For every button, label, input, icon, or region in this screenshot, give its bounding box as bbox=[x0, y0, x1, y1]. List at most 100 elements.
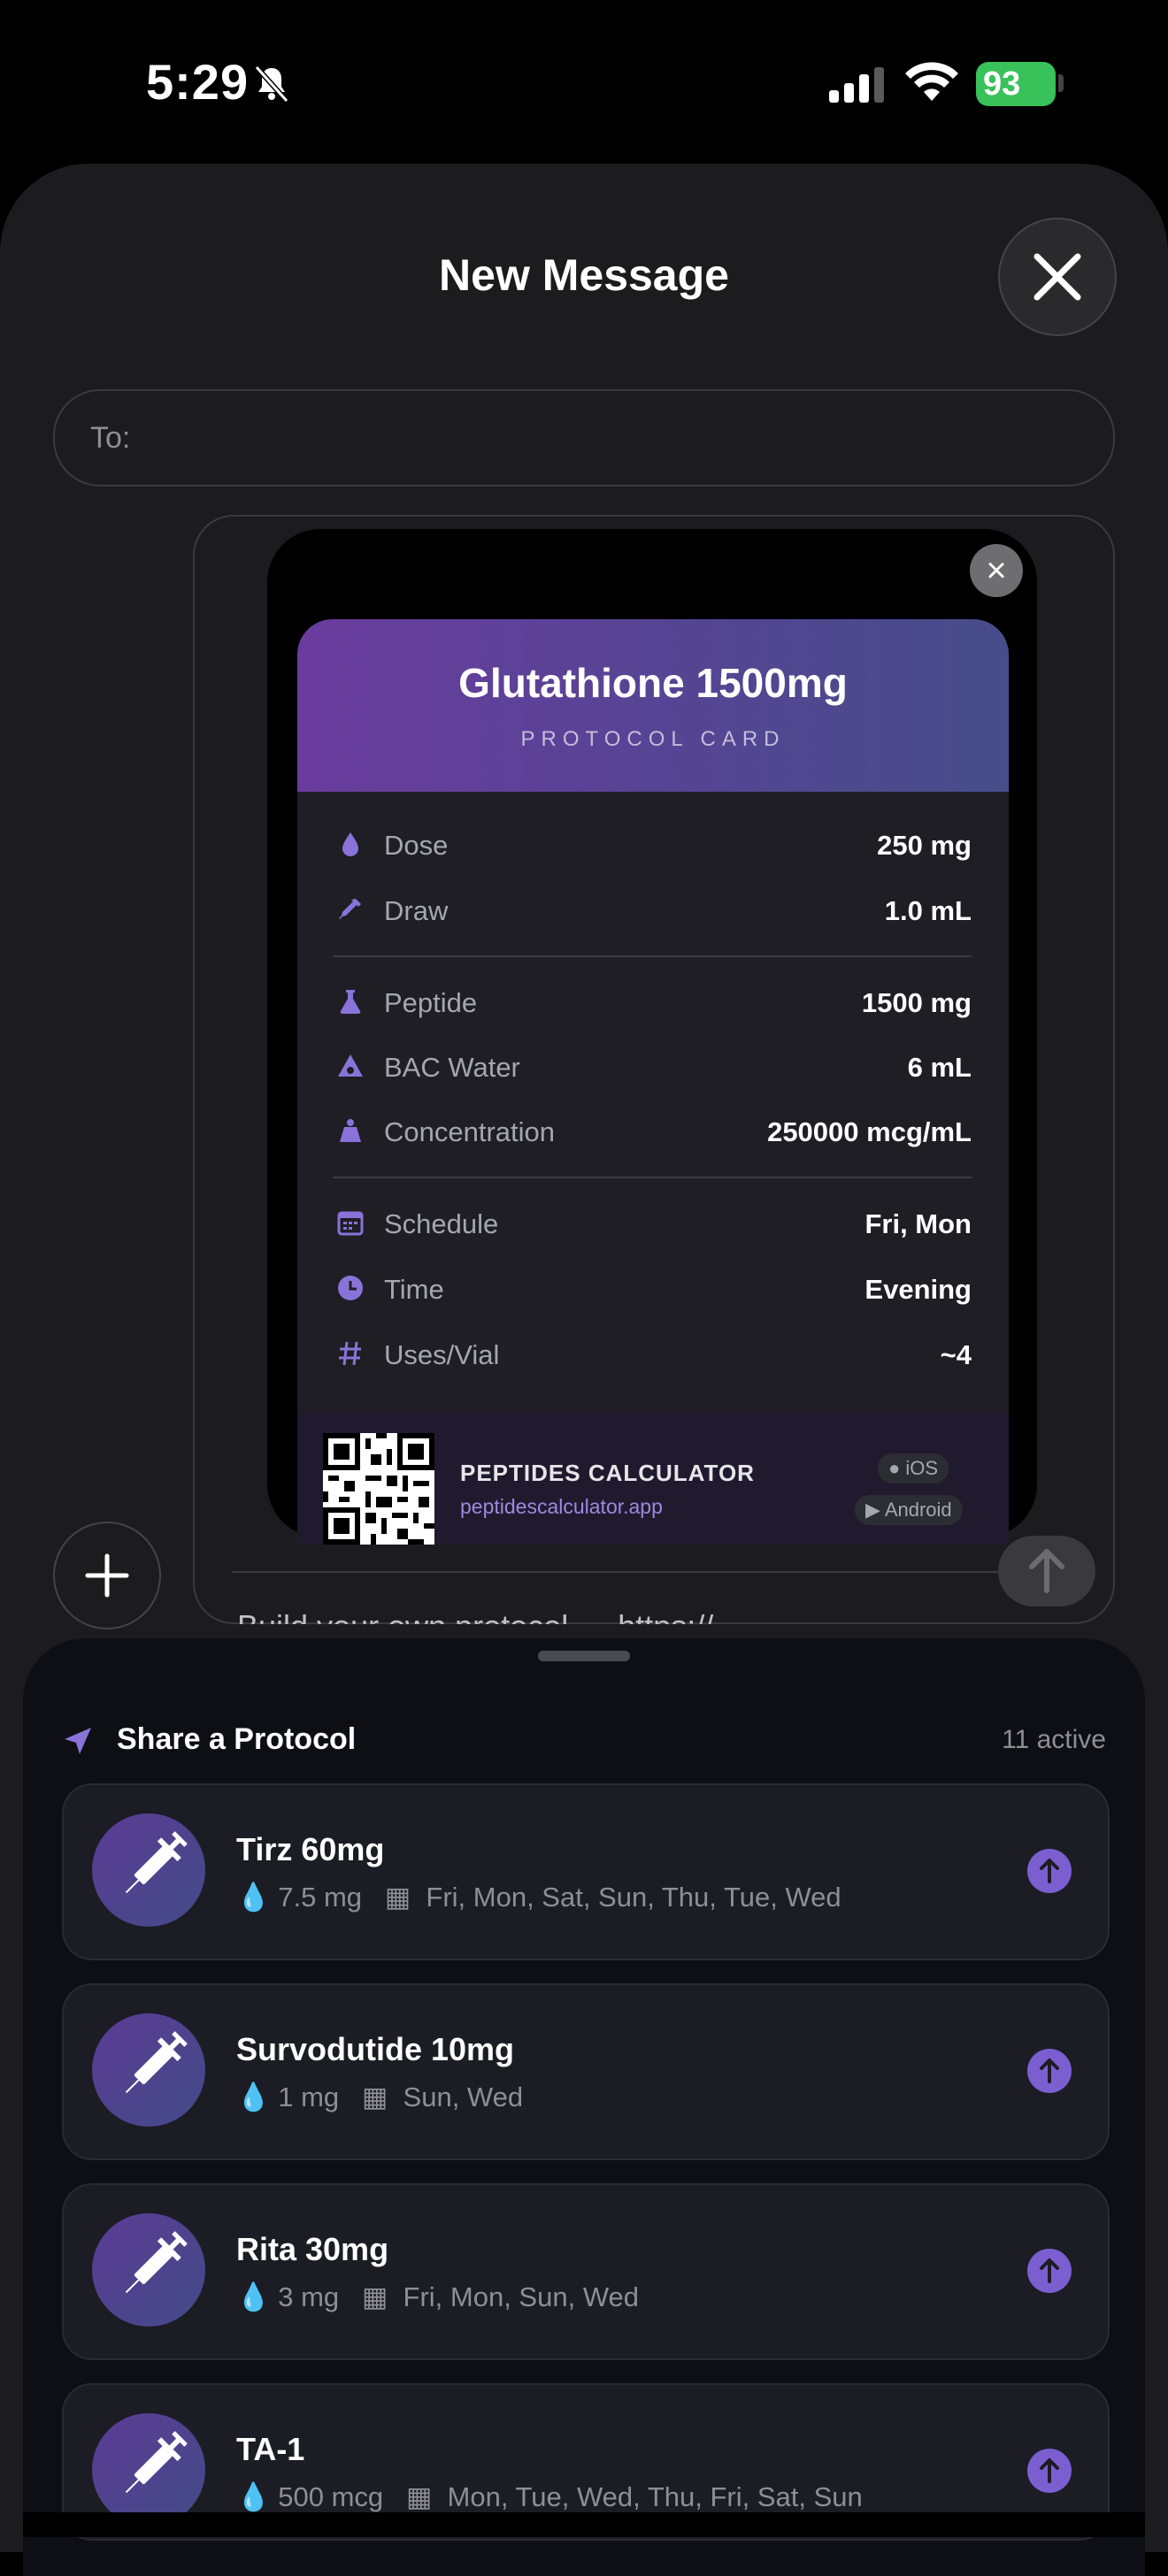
syringe-icon bbox=[125, 2431, 188, 2494]
protocol-meta: 💧 7.5 mg ▦ Fri, Mon, Sat, Sun, Thu, Tue,… bbox=[236, 1881, 841, 1913]
arrow-up-icon bbox=[1040, 2058, 1059, 2083]
protocol-dose: 1 mg bbox=[278, 2082, 340, 2112]
qr-code-icon bbox=[323, 1433, 434, 1545]
row-label-schedule: Schedule bbox=[384, 1208, 499, 1239]
droplet-icon: 💧 bbox=[236, 2281, 271, 2312]
protocol-name: Survodutide 10mg bbox=[236, 2031, 515, 2067]
protocol-days: Mon, Tue, Wed, Thu, Fri, Sat, Sun bbox=[447, 2481, 863, 2512]
row-label-time: Time bbox=[384, 1274, 444, 1305]
protocol-dose: 500 mcg bbox=[278, 2481, 384, 2512]
syringe-icon bbox=[125, 2231, 188, 2294]
android-badge: ▶ Android bbox=[855, 1495, 963, 1525]
row-label-dose: Dose bbox=[384, 830, 449, 861]
share-protocol-button[interactable] bbox=[1027, 2049, 1072, 2093]
hash-icon bbox=[339, 1341, 361, 1366]
arrow-up-icon bbox=[1040, 2258, 1059, 2283]
panel-grabber[interactable] bbox=[538, 1651, 630, 1661]
protocol-days: Fri, Mon, Sun, Wed bbox=[403, 2281, 639, 2312]
row-value-schedule: Fri, Mon bbox=[864, 1208, 972, 1239]
droplet-icon bbox=[342, 832, 358, 856]
add-attachment-button[interactable] bbox=[53, 1522, 161, 1629]
battery-cap bbox=[1058, 74, 1064, 92]
droplet-icon: 💧 bbox=[236, 1882, 271, 1913]
close-button[interactable] bbox=[998, 218, 1117, 336]
syringe-avatar bbox=[92, 2413, 205, 2526]
row-label-bac-water: BAC Water bbox=[384, 1052, 520, 1083]
send-button[interactable] bbox=[998, 1536, 1095, 1606]
protocol-item[interactable] bbox=[62, 1983, 1110, 2160]
protocol-days: Sun, Wed bbox=[403, 2082, 524, 2112]
arrow-up-icon bbox=[1029, 1549, 1064, 1593]
water-icon bbox=[338, 1054, 363, 1077]
ios-badge-label: iOS bbox=[905, 1457, 939, 1479]
close-icon: × bbox=[986, 551, 1007, 590]
card-divider bbox=[333, 955, 972, 957]
calendar-icon: ▦ bbox=[384, 1882, 411, 1913]
compose-divider bbox=[232, 1571, 1090, 1573]
row-label-peptide: Peptide bbox=[384, 987, 478, 1018]
share-title: Share a Protocol bbox=[117, 1722, 357, 1756]
row-value-concentration: 250000 mcg/mL bbox=[767, 1116, 972, 1147]
protocol-name: TA-1 bbox=[236, 2431, 305, 2467]
recipient-label: To: bbox=[90, 421, 131, 455]
syringe-avatar bbox=[92, 1813, 205, 1927]
protocol-meta: 💧 500 mcg ▦ Mon, Tue, Wed, Thu, Fri, Sat… bbox=[236, 2480, 863, 2513]
row-value-uses-per-vial: ~4 bbox=[940, 1339, 972, 1370]
android-badge-label: Android bbox=[884, 1499, 952, 1521]
droplet-icon: 💧 bbox=[236, 2481, 271, 2512]
battery-indicator: 93 bbox=[976, 62, 1056, 106]
paper-plane-icon bbox=[65, 1728, 91, 1754]
active-count: 11 active bbox=[1002, 1725, 1106, 1754]
card-divider bbox=[333, 1177, 972, 1178]
protocol-dose: 3 mg bbox=[278, 2281, 340, 2312]
protocol-item[interactable] bbox=[62, 1783, 1110, 1960]
calendar-icon: ▦ bbox=[362, 2281, 388, 2312]
recipient-field[interactable] bbox=[53, 389, 1115, 487]
calendar-icon: ▦ bbox=[405, 2481, 433, 2512]
plus-icon bbox=[85, 1553, 129, 1598]
brand-url: peptidescalculator.app bbox=[460, 1495, 663, 1518]
protocol-item[interactable] bbox=[62, 2183, 1110, 2360]
play-icon: ▶ bbox=[865, 1499, 880, 1521]
ios-badge: ● iOS bbox=[878, 1453, 949, 1484]
protocol-meta: 💧 3 mg ▦ Fri, Mon, Sun, Wed bbox=[236, 2281, 639, 2313]
row-value-bac-water: 6 mL bbox=[907, 1052, 972, 1083]
remove-attachment-button[interactable]: × bbox=[970, 544, 1023, 597]
syringe-draw-icon bbox=[339, 899, 361, 919]
share-protocol-button[interactable] bbox=[1027, 2249, 1072, 2293]
protocol-days: Fri, Mon, Sat, Sun, Thu, Tue, Wed bbox=[426, 1882, 841, 1913]
calendar-icon bbox=[337, 1211, 364, 1236]
row-value-draw: 1.0 mL bbox=[884, 895, 972, 926]
arrow-up-icon bbox=[1040, 2458, 1059, 2483]
apple-icon: ● bbox=[888, 1457, 901, 1479]
syringe-avatar bbox=[92, 2213, 205, 2327]
share-protocol-button[interactable] bbox=[1027, 2449, 1072, 2493]
syringe-icon bbox=[125, 1831, 188, 1894]
row-label-uses-per-vial: Uses/Vial bbox=[384, 1339, 500, 1370]
close-icon bbox=[1034, 253, 1081, 301]
status-time: 5:29 bbox=[146, 54, 250, 110]
clock-icon bbox=[338, 1276, 363, 1300]
row-label-draw: Draw bbox=[384, 895, 449, 926]
protocol-card-title: Glutathione 1500mg bbox=[458, 660, 848, 706]
protocol-name: Rita 30mg bbox=[236, 2231, 389, 2267]
droplet-icon: 💧 bbox=[236, 2082, 271, 2112]
protocol-dose: 7.5 mg bbox=[278, 1882, 363, 1913]
bottom-edge bbox=[23, 2512, 1145, 2537]
protocol-name: Tirz 60mg bbox=[236, 1831, 385, 1867]
row-value-peptide: 1500 mg bbox=[861, 987, 972, 1018]
protocol-meta: 💧 1 mg ▦ Sun, Wed bbox=[236, 2081, 523, 2113]
row-value-time: Evening bbox=[864, 1274, 972, 1305]
row-value-dose: 250 mg bbox=[877, 830, 972, 861]
compose-text[interactable]: Build your own protocol → https://... bbox=[237, 1608, 740, 1624]
wifi-icon bbox=[905, 62, 958, 101]
arrow-up-icon bbox=[1040, 1859, 1059, 1883]
syringe-icon bbox=[125, 2031, 188, 2094]
brand-name: PEPTIDES CALCULATOR bbox=[460, 1460, 755, 1486]
protocol-card-subtitle: PROTOCOL CARD bbox=[520, 727, 786, 751]
share-protocol-button[interactable] bbox=[1027, 1849, 1072, 1893]
syringe-avatar bbox=[92, 2013, 205, 2127]
sheet-title: New Message bbox=[439, 250, 729, 300]
bell-muted-icon bbox=[254, 65, 289, 104]
calendar-icon: ▦ bbox=[362, 2082, 388, 2112]
